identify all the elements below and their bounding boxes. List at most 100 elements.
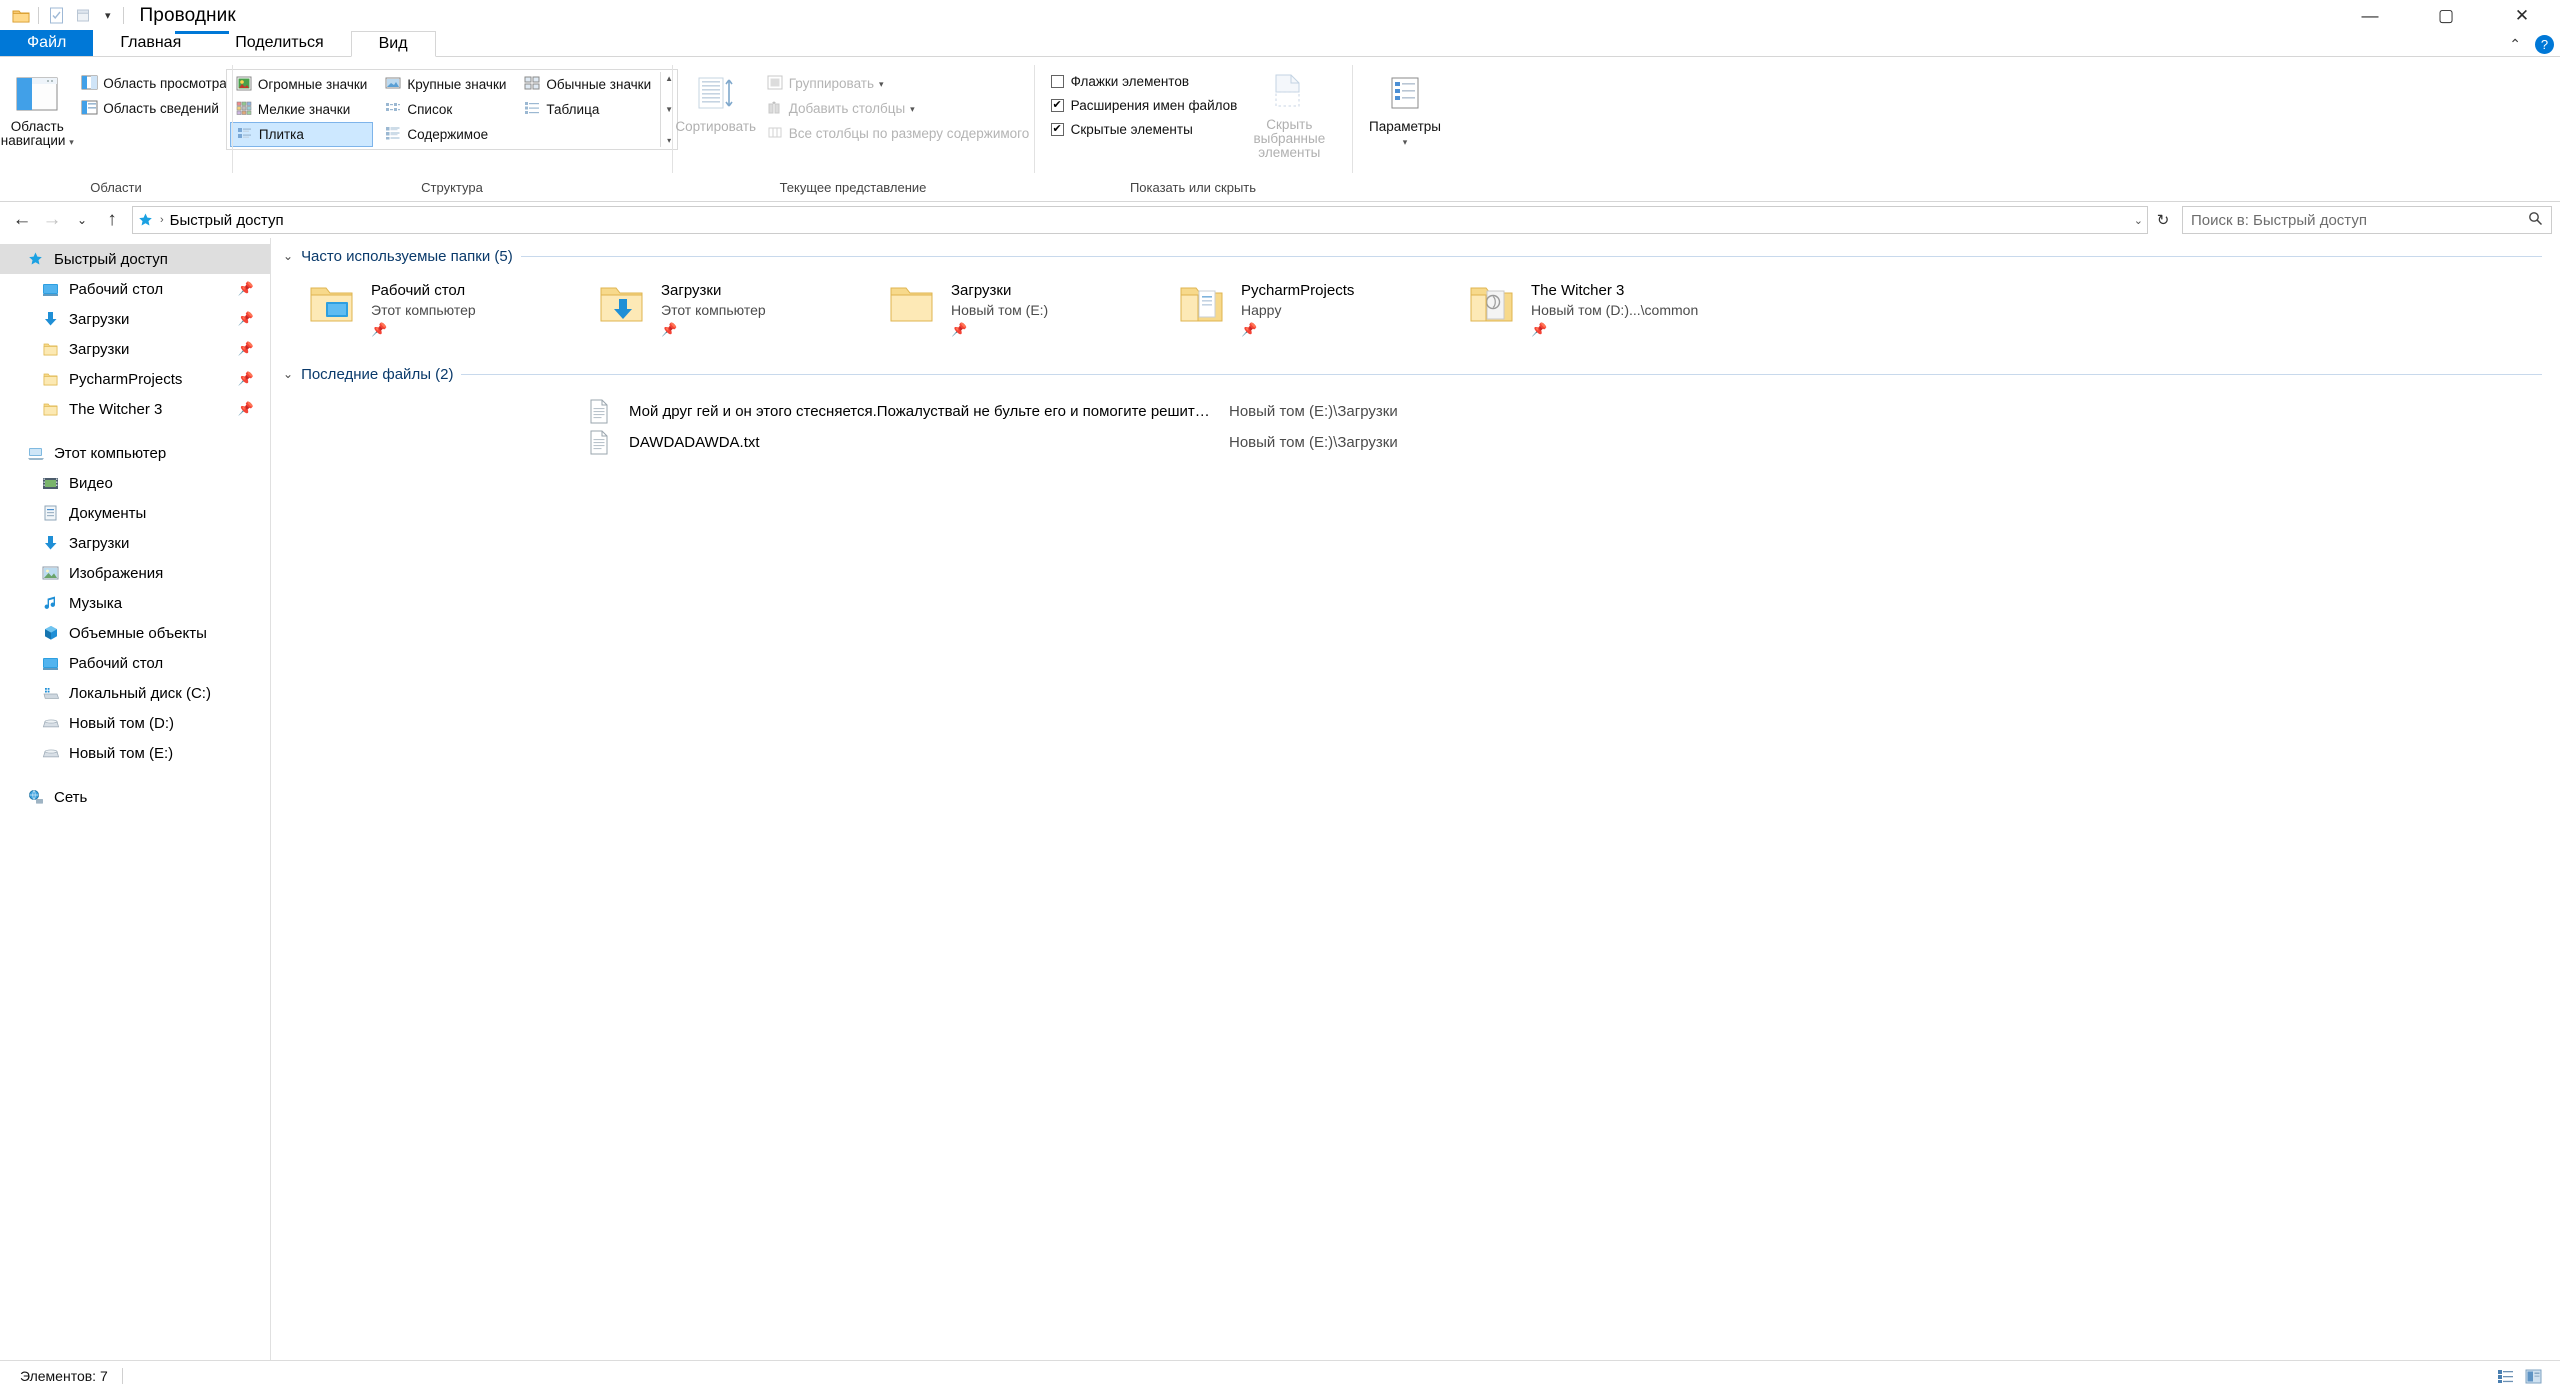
quick-access-chevron-icon[interactable]: ▾ (97, 9, 119, 22)
help-icon[interactable]: ? (2535, 35, 2554, 54)
pin-icon[interactable]: 📌 (238, 311, 254, 327)
up-button[interactable]: ↑ (98, 206, 126, 234)
layout-medium-icons[interactable]: Обычные значки (518, 72, 657, 97)
sidebar-label: Сеть (54, 788, 88, 806)
sidebar-item-documents[interactable]: Документы (0, 498, 270, 528)
layout-list[interactable]: Список (379, 97, 512, 122)
sidebar-item-downloads-folder[interactable]: Загрузки 📌 (0, 334, 270, 364)
tile-item[interactable]: The Witcher 3 Новый том (D:)...\common 📌 (1467, 282, 1757, 338)
minimize-button[interactable]: — (2332, 0, 2408, 31)
tab-share[interactable]: Поделиться (208, 30, 350, 56)
layout-large-icons[interactable]: Крупные значки (379, 72, 512, 97)
navigation-pane-caret-icon[interactable]: ▾ (69, 137, 74, 147)
section-divider (461, 373, 2542, 375)
recent-files-header[interactable]: ⌄ Последние файлы (2) (271, 362, 2560, 386)
tile-item[interactable]: PycharmProjects Happy 📌 (1177, 282, 1467, 338)
breadcrumb-current[interactable]: Быстрый доступ (170, 212, 284, 229)
tile-item[interactable]: Загрузки Новый том (E:) 📌 (887, 282, 1177, 338)
add-columns-button[interactable]: Добавить столбцы ▾ (761, 96, 1036, 121)
forward-button[interactable]: → (38, 206, 66, 234)
back-button[interactable]: ← (8, 206, 36, 234)
sidebar-item-pictures[interactable]: Изображения (0, 558, 270, 588)
size-all-columns-button[interactable]: Все столбцы по размеру содержимого (761, 121, 1036, 146)
hide-selected-items-button[interactable]: Скрыть выбранные элементы (1237, 65, 1341, 160)
pin-icon[interactable]: 📌 (371, 322, 476, 338)
sidebar-item-network[interactable]: Сеть (0, 782, 270, 812)
tile-name: PycharmProjects (1241, 282, 1355, 299)
window-controls: — ▢ ✕ (2332, 0, 2560, 31)
pin-icon[interactable]: 📌 (1531, 322, 1698, 338)
ribbon-controls: ⌃ ? (2509, 35, 2554, 54)
pin-icon[interactable]: 📌 (238, 401, 254, 417)
item-checkboxes-option[interactable]: Флажки элементов (1050, 69, 1238, 93)
tile-item[interactable]: Рабочий стол Этот компьютер 📌 (307, 282, 597, 338)
group-by-caret-icon[interactable]: ▾ (879, 79, 884, 90)
list-item[interactable]: DAWDADAWDA.txt Новый том (E:)\Загрузки (271, 427, 2560, 458)
sidebar-item-quick-access[interactable]: Быстрый доступ (0, 244, 270, 274)
tab-file[interactable]: Файл (0, 30, 94, 56)
sidebar-item-local-disk-c[interactable]: Локальный диск (C:) (0, 678, 270, 708)
sidebar-item-music[interactable]: Музыка (0, 588, 270, 618)
breadcrumb-separator-icon[interactable]: › (160, 214, 164, 226)
hidden-items-option[interactable]: ✔ Скрытые элементы (1050, 117, 1238, 141)
text-file-icon (589, 399, 611, 425)
pin-icon[interactable]: 📌 (238, 371, 254, 387)
address-dropdown-icon[interactable]: ⌄ (2134, 214, 2143, 227)
details-pane-button[interactable]: Область сведений (75, 96, 233, 121)
search-box[interactable]: Поиск в: Быстрый доступ (2182, 206, 2552, 234)
quick-access-star-icon (137, 212, 154, 228)
item-checkboxes-checkbox[interactable] (1050, 74, 1064, 88)
address-field[interactable]: › Быстрый доступ ⌄ (132, 206, 2148, 234)
hidden-items-checkbox[interactable]: ✔ (1050, 122, 1064, 136)
sidebar-item-pycharmprojects[interactable]: PycharmProjects 📌 (0, 364, 270, 394)
sidebar-item-new-volume-d[interactable]: Новый том (D:) (0, 708, 270, 738)
tiles-view-icon[interactable] (2522, 1366, 2544, 1386)
sidebar-item-the-witcher-3[interactable]: The Witcher 3 📌 (0, 394, 270, 424)
close-button[interactable]: ✕ (2484, 0, 2560, 31)
recent-locations-button[interactable]: ⌄ (68, 206, 96, 234)
layout-extra-large-icons[interactable]: Огромные значки (230, 72, 373, 97)
layout-tiles[interactable]: Плитка (229, 122, 374, 147)
sidebar-item-desktop-qa[interactable]: Рабочий стол 📌 (0, 274, 270, 304)
sidebar-item-desktop[interactable]: Рабочий стол (0, 648, 270, 678)
layout-small-icons[interactable]: Мелкие значки (230, 97, 373, 122)
refresh-button[interactable]: ↻ (2150, 211, 2176, 229)
tile-item[interactable]: Загрузки Этот компьютер 📌 (597, 282, 887, 338)
properties-icon[interactable] (43, 2, 70, 29)
layout-details[interactable]: Таблица (518, 97, 657, 122)
details-view-icon[interactable] (2494, 1366, 2516, 1386)
file-extensions-checkbox[interactable]: ✔ (1050, 98, 1064, 112)
frequent-folders-header[interactable]: ⌄ Часто используемые папки (5) (271, 244, 2560, 268)
file-extensions-option[interactable]: ✔ Расширения имен файлов (1050, 93, 1237, 117)
sidebar-item-new-volume-e[interactable]: Новый том (E:) (0, 738, 270, 768)
sidebar-item-3d-objects[interactable]: Объемные объекты (0, 618, 270, 648)
chevron-down-icon[interactable]: ⌄ (283, 367, 293, 381)
group-by-button[interactable]: Группировать ▾ (761, 71, 1036, 96)
details-icon (524, 101, 541, 118)
sort-button[interactable]: Сортировать (671, 65, 761, 134)
sidebar-label: Этот компьютер (54, 444, 167, 462)
maximize-button[interactable]: ▢ (2408, 0, 2484, 31)
sidebar-item-videos[interactable]: Видео (0, 468, 270, 498)
list-item[interactable]: Мой друг гей и он этого стесняется.Пожал… (271, 396, 2560, 427)
add-columns-caret-icon[interactable]: ▾ (910, 104, 915, 115)
collapse-ribbon-icon[interactable]: ⌃ (2509, 36, 2521, 53)
preview-pane-button[interactable]: Область просмотра (75, 71, 233, 96)
chevron-down-icon[interactable]: ⌄ (283, 249, 293, 263)
layout-content[interactable]: Содержимое (379, 122, 512, 147)
sidebar-item-downloads[interactable]: Загрузки (0, 528, 270, 558)
tab-view[interactable]: Вид (350, 31, 436, 57)
pin-icon[interactable]: 📌 (238, 281, 254, 297)
pin-icon[interactable]: 📌 (951, 322, 1048, 338)
navigation-pane-button[interactable]: Область навигации ▾ (0, 65, 75, 149)
pin-icon[interactable]: 📌 (238, 341, 254, 357)
pin-icon[interactable]: 📌 (1241, 322, 1354, 338)
search-icon[interactable] (2528, 211, 2543, 230)
options-caret-icon[interactable]: ▾ (1403, 137, 1408, 147)
new-folder-icon[interactable] (70, 2, 97, 29)
sidebar-item-downloads-qa[interactable]: Загрузки 📌 (0, 304, 270, 334)
options-button[interactable]: Параметры ▾ (1359, 65, 1451, 149)
search-input[interactable]: Поиск в: Быстрый доступ (2191, 212, 2367, 229)
sidebar-item-this-pc[interactable]: Этот компьютер (0, 438, 270, 468)
pin-icon[interactable]: 📌 (661, 322, 766, 338)
